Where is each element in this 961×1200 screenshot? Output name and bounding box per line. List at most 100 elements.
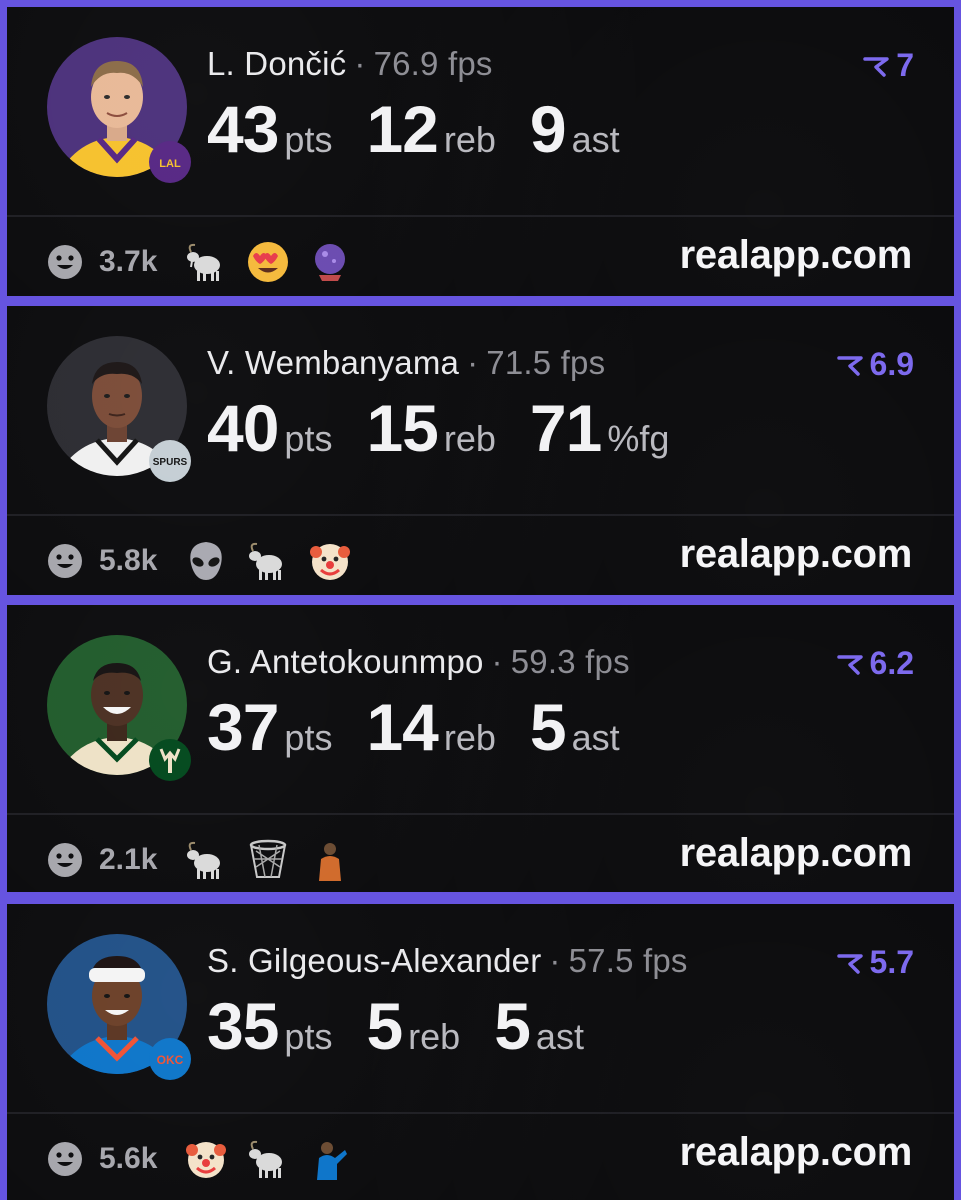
thunder-logo: OKC	[149, 1038, 191, 1080]
stat-points: 40 pts	[207, 390, 332, 466]
clown-emoji[interactable]	[183, 1136, 229, 1182]
smiley-icon[interactable]	[47, 842, 83, 878]
site-url[interactable]: realapp.com	[680, 532, 913, 577]
player-card-doncic[interactable]: LAL L. Dončić · 76.9 fps 7 43 pts 12 reb 9 as…	[7, 7, 954, 296]
rank-value: 7	[896, 47, 914, 83]
stat-value: 12	[366, 92, 438, 166]
reactions-bar[interactable]: 2.1k	[47, 837, 353, 883]
reactions-bar[interactable]: 5.6k	[47, 1136, 353, 1182]
player-card-antetokounmpo[interactable]: G. Antetokounmpo · 59.3 fps 6.2 37 pts 14 re…	[7, 605, 954, 892]
heart-eyes-emoji[interactable]	[245, 239, 291, 285]
stat-unit: pts	[284, 418, 333, 459]
stat-field-goal-pct: 71 %fg	[530, 390, 669, 466]
stat-unit: ast	[535, 1016, 584, 1057]
stat-unit: %fg	[607, 418, 670, 459]
player-emoji[interactable]	[307, 837, 353, 883]
reactions-bar[interactable]: 3.7k	[47, 239, 353, 285]
realapp-logo-icon	[863, 56, 889, 77]
site-url[interactable]: realapp.com	[680, 233, 913, 278]
stat-line: 37 pts 14 reb 5 ast	[207, 689, 654, 765]
player-name-line: V. Wembanyama · 71.5 fps	[207, 344, 605, 382]
player-name-line: L. Dončić · 76.9 fps	[207, 45, 493, 83]
card-footer: 5.8k realapp.com	[7, 516, 954, 595]
goat-emoji[interactable]	[245, 538, 291, 584]
smiley-icon[interactable]	[47, 543, 83, 579]
player-emoji[interactable]	[307, 1136, 353, 1182]
stat-unit: pts	[284, 119, 333, 160]
clown-emoji[interactable]	[307, 538, 353, 584]
stat-unit: ast	[571, 717, 620, 758]
stat-unit: pts	[284, 1016, 333, 1057]
collage: LAL L. Dončić · 76.9 fps 7 43 pts 12 reb 9 as…	[0, 0, 961, 1200]
reactions-count: 2.1k	[99, 843, 158, 876]
reactions-count: 5.8k	[99, 544, 158, 577]
stat-value: 5	[494, 989, 531, 1063]
fantasy-points: 76.9 fps	[373, 45, 493, 82]
bucks-logo	[149, 739, 191, 781]
svg-text:OKC: OKC	[157, 1053, 184, 1067]
rank-badge: 5.7	[836, 944, 914, 981]
stat-value: 43	[207, 92, 279, 166]
stat-value: 40	[207, 391, 279, 465]
fantasy-points: 57.5 fps	[568, 942, 688, 979]
stat-value: 37	[207, 690, 279, 764]
realapp-logo-icon	[836, 355, 863, 376]
stat-rebounds: 5 reb	[366, 988, 460, 1064]
basketball-hoop-emoji[interactable]	[245, 837, 291, 883]
player-name: L. Dončić	[207, 45, 347, 82]
rank-badge: 6.2	[836, 645, 914, 682]
stat-unit: reb	[443, 119, 496, 160]
stat-rebounds: 15 reb	[366, 390, 495, 466]
player-card-gilgeous-alexander[interactable]: OKC S. Gilgeous-Alexander · 57.5 fps 5.7 3…	[7, 904, 954, 1200]
separator-dot: ·	[491, 643, 503, 680]
goat-emoji[interactable]	[183, 239, 229, 285]
reactions-count: 3.7k	[99, 245, 158, 278]
stat-points: 35 pts	[207, 988, 332, 1064]
goat-emoji[interactable]	[183, 837, 229, 883]
stat-assists: 5 ast	[530, 689, 620, 765]
card-footer: 2.1k realapp.com	[7, 815, 954, 892]
stat-rebounds: 14 reb	[366, 689, 495, 765]
stat-assists: 9 ast	[530, 91, 620, 167]
stat-unit: reb	[443, 717, 496, 758]
smiley-icon[interactable]	[47, 244, 83, 280]
svg-text:SPURS: SPURS	[153, 457, 188, 468]
crystal-ball-emoji[interactable]	[307, 239, 353, 285]
card-footer: 5.6k realapp.com	[7, 1114, 954, 1200]
reactions-bar[interactable]: 5.8k	[47, 538, 353, 584]
site-url[interactable]: realapp.com	[680, 831, 913, 876]
stat-value: 14	[366, 690, 438, 764]
spurs-logo: SPURS	[149, 440, 191, 482]
stat-value: 5	[529, 690, 567, 764]
card-header: LAL L. Dončić · 76.9 fps 7 43 pts 12 reb 9 as…	[7, 7, 954, 215]
fantasy-points: 71.5 fps	[486, 344, 606, 381]
player-name-line: S. Gilgeous-Alexander · 57.5 fps	[207, 942, 688, 980]
goat-emoji[interactable]	[245, 1136, 291, 1182]
stat-unit: reb	[443, 418, 496, 459]
rank-badge: 7	[862, 47, 914, 84]
card-header: G. Antetokounmpo · 59.3 fps 6.2 37 pts 14 re…	[7, 605, 954, 813]
stat-value: 15	[366, 391, 438, 465]
realapp-logo-icon	[836, 953, 863, 974]
card-footer: 3.7k realapp.com	[7, 217, 954, 296]
stat-unit: ast	[571, 119, 620, 160]
realapp-logo-icon	[836, 654, 863, 675]
site-url[interactable]: realapp.com	[680, 1130, 913, 1175]
player-card-wembanyama[interactable]: SPURS V. Wembanyama · 71.5 fps 6.9 40 pts 1…	[7, 306, 954, 595]
smiley-icon[interactable]	[47, 1141, 83, 1177]
rank-badge: 6.9	[836, 346, 914, 383]
card-header: SPURS V. Wembanyama · 71.5 fps 6.9 40 pts 1…	[7, 306, 954, 514]
rank-value: 6.9	[869, 346, 914, 382]
stat-line: 40 pts 15 reb 71 %fg	[207, 390, 703, 466]
player-name: S. Gilgeous-Alexander	[207, 942, 542, 979]
stat-value: 71	[529, 391, 602, 465]
player-name: V. Wembanyama	[207, 344, 460, 381]
alien-emoji[interactable]	[183, 538, 229, 584]
stat-value: 9	[529, 92, 567, 166]
stat-unit: pts	[284, 717, 333, 758]
rank-value: 6.2	[869, 645, 914, 681]
svg-text:LAL: LAL	[159, 158, 181, 170]
separator-dot: ·	[354, 45, 366, 82]
player-name: G. Antetokounmpo	[207, 643, 484, 680]
stat-rebounds: 12 reb	[366, 91, 495, 167]
